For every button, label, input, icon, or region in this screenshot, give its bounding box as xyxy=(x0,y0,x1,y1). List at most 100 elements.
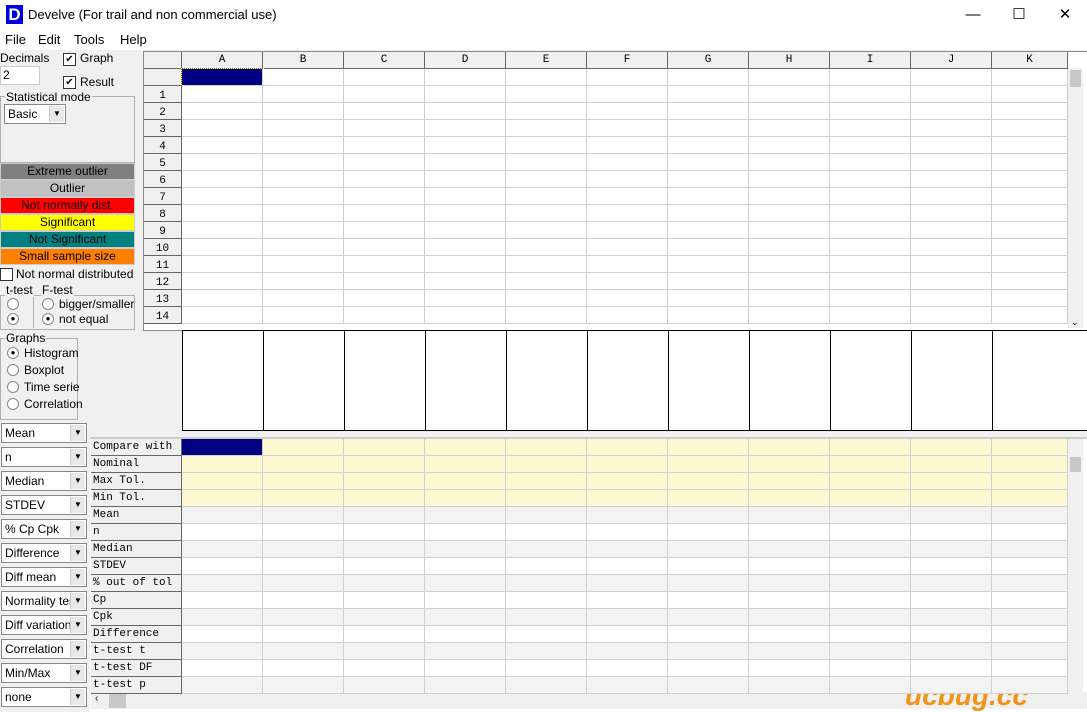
minimize-button[interactable]: — xyxy=(950,0,996,30)
result-cell[interactable] xyxy=(587,541,668,558)
result-cell[interactable] xyxy=(911,643,992,660)
grid-cell[interactable] xyxy=(830,239,911,256)
result-cell[interactable] xyxy=(587,575,668,592)
grid-cell[interactable] xyxy=(344,103,425,120)
grid-cell[interactable] xyxy=(992,103,1068,120)
result-cell[interactable] xyxy=(668,490,749,507)
grid-cell[interactable] xyxy=(506,103,587,120)
grid-cell[interactable] xyxy=(992,256,1068,273)
grid-cell[interactable] xyxy=(830,222,911,239)
graph-radio-time-serie[interactable] xyxy=(7,381,19,393)
result-cell[interactable] xyxy=(587,439,668,456)
grid-cell[interactable] xyxy=(506,154,587,171)
grid-cell[interactable] xyxy=(344,290,425,307)
grid-cell[interactable] xyxy=(506,69,587,86)
grid-cell[interactable] xyxy=(668,290,749,307)
result-cell[interactable] xyxy=(263,677,344,694)
grid-cell[interactable] xyxy=(749,188,830,205)
grid-cell[interactable] xyxy=(911,120,992,137)
ttest-radio-2[interactable]: ● xyxy=(7,313,19,325)
result-cell[interactable] xyxy=(506,660,587,677)
grid-cell[interactable] xyxy=(263,222,344,239)
result-cell[interactable] xyxy=(668,592,749,609)
result-selector[interactable]: n ▼ xyxy=(1,447,87,467)
graph-checkbox[interactable]: ✔ xyxy=(63,53,76,66)
column-header[interactable]: A xyxy=(182,52,263,69)
grid-cell[interactable] xyxy=(182,154,263,171)
result-cell[interactable] xyxy=(668,609,749,626)
grid-cell[interactable] xyxy=(749,171,830,188)
result-cell[interactable] xyxy=(344,677,425,694)
result-cell[interactable] xyxy=(911,609,992,626)
grid-cell[interactable] xyxy=(506,86,587,103)
grid-cell[interactable] xyxy=(263,239,344,256)
result-selector[interactable]: Difference ▼ xyxy=(1,543,87,563)
grid-cell[interactable] xyxy=(506,290,587,307)
ttest-radio-1[interactable] xyxy=(7,298,19,310)
grid-cell[interactable] xyxy=(425,256,506,273)
result-cell[interactable] xyxy=(992,439,1068,456)
result-cell[interactable] xyxy=(425,592,506,609)
grid-cell[interactable] xyxy=(830,307,911,324)
result-cell[interactable] xyxy=(749,643,830,660)
row-header[interactable]: 13 xyxy=(144,290,182,307)
result-cell[interactable] xyxy=(830,626,911,643)
grid-cell[interactable] xyxy=(992,171,1068,188)
grid-cell[interactable] xyxy=(992,222,1068,239)
result-cell[interactable] xyxy=(911,592,992,609)
grid-cell[interactable] xyxy=(425,154,506,171)
grid-cell[interactable] xyxy=(830,120,911,137)
row-header[interactable]: 4 xyxy=(144,137,182,154)
result-cell[interactable] xyxy=(425,439,506,456)
result-cell[interactable] xyxy=(506,558,587,575)
grid-cell[interactable] xyxy=(830,103,911,120)
result-cell[interactable] xyxy=(830,439,911,456)
grid-cell[interactable] xyxy=(344,154,425,171)
result-cell[interactable] xyxy=(182,456,263,473)
grid-cell[interactable] xyxy=(830,154,911,171)
result-cell[interactable] xyxy=(587,626,668,643)
column-header[interactable]: D xyxy=(425,52,506,69)
result-cell[interactable] xyxy=(506,456,587,473)
result-cell[interactable] xyxy=(182,575,263,592)
grid-cell[interactable] xyxy=(749,239,830,256)
result-cell[interactable] xyxy=(344,507,425,524)
grid-cell[interactable] xyxy=(425,273,506,290)
result-cell[interactable] xyxy=(344,558,425,575)
grid-cell[interactable] xyxy=(425,120,506,137)
grid-cell[interactable] xyxy=(992,188,1068,205)
grid-cell[interactable] xyxy=(263,188,344,205)
result-cell[interactable] xyxy=(506,609,587,626)
result-cell[interactable] xyxy=(182,643,263,660)
graph-radio-correlation[interactable] xyxy=(7,398,19,410)
result-cell[interactable] xyxy=(992,575,1068,592)
grid-cell[interactable] xyxy=(587,256,668,273)
grid-cell[interactable] xyxy=(587,205,668,222)
result-cell[interactable] xyxy=(830,507,911,524)
grid-cell[interactable] xyxy=(668,103,749,120)
grid-cell[interactable] xyxy=(587,171,668,188)
result-selector[interactable]: Normality test ▼ xyxy=(1,591,87,611)
grid-cell[interactable] xyxy=(911,103,992,120)
grid-cell[interactable] xyxy=(506,256,587,273)
grid-cell[interactable] xyxy=(182,239,263,256)
result-cell[interactable] xyxy=(425,558,506,575)
result-cell[interactable] xyxy=(182,592,263,609)
grid-cell[interactable] xyxy=(182,273,263,290)
grid-cell[interactable] xyxy=(911,205,992,222)
grid-cell[interactable] xyxy=(992,290,1068,307)
grid-cell[interactable] xyxy=(587,120,668,137)
column-header[interactable]: H xyxy=(749,52,830,69)
result-cell[interactable] xyxy=(506,575,587,592)
grid-cell[interactable] xyxy=(668,188,749,205)
grid-cell[interactable] xyxy=(749,103,830,120)
result-cell[interactable] xyxy=(182,660,263,677)
grid-cell[interactable] xyxy=(587,103,668,120)
column-header[interactable]: F xyxy=(587,52,668,69)
result-cell[interactable] xyxy=(587,592,668,609)
grid-cell[interactable] xyxy=(425,69,506,86)
grid-cell[interactable] xyxy=(668,137,749,154)
result-cell[interactable] xyxy=(263,490,344,507)
result-cell[interactable] xyxy=(992,609,1068,626)
grid-cell[interactable] xyxy=(182,307,263,324)
